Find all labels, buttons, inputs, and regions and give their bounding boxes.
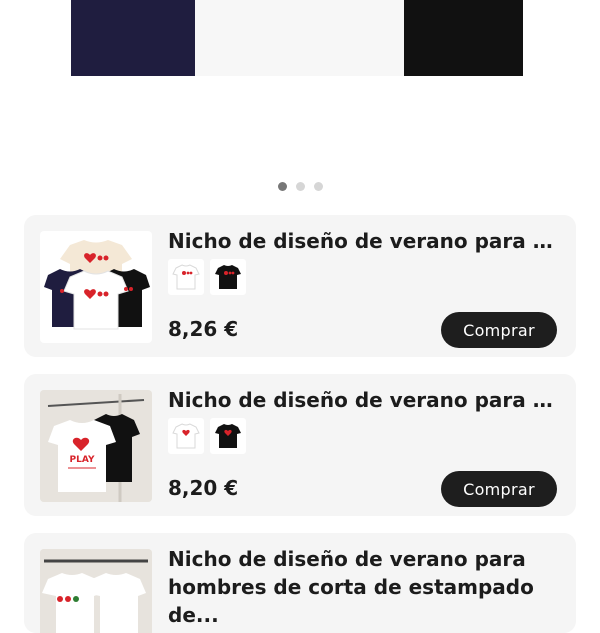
carousel-pagination xyxy=(0,182,600,191)
product-price: 8,26 € xyxy=(168,317,239,341)
variant-white[interactable] xyxy=(168,418,204,454)
carousel-dot[interactable] xyxy=(295,182,305,191)
variant-black[interactable] xyxy=(210,259,246,295)
product-card[interactable]: Nicho de diseño de verano para hom... 8,… xyxy=(24,215,576,357)
product-thumbnail[interactable]: PLAY xyxy=(40,390,152,502)
variant-black[interactable] xyxy=(210,418,246,454)
product-title[interactable]: Nicho de diseño de verano para hombres d… xyxy=(168,545,560,629)
black-tshirt-icon xyxy=(215,265,241,289)
buy-button[interactable]: Comprar xyxy=(441,471,557,507)
tshirt-group-image xyxy=(44,240,150,330)
product-image-carousel[interactable] xyxy=(0,0,600,176)
carousel-dot-active[interactable] xyxy=(277,182,287,191)
navy-shirt-image xyxy=(71,0,195,76)
tshirt-hanger-image: PLAY xyxy=(40,390,152,502)
white-tshirt-icon xyxy=(172,264,200,290)
product-card[interactable]: PLAY Nicho de diseño de verano para hom.… xyxy=(24,374,576,516)
product-thumbnail[interactable] xyxy=(40,231,152,343)
tshirt-hanger-image xyxy=(40,549,152,633)
product-title[interactable]: Nicho de diseño de verano para hom... xyxy=(168,227,560,255)
product-title[interactable]: Nicho de diseño de verano para hom... xyxy=(168,386,560,414)
black-shirt-image xyxy=(404,0,523,76)
carousel-dot[interactable] xyxy=(313,182,323,191)
white-shirt-image xyxy=(195,0,404,76)
black-tshirt-icon xyxy=(215,424,241,448)
svg-text:PLAY: PLAY xyxy=(70,455,95,465)
product-card[interactable]: Nicho de diseño de verano para hombres d… xyxy=(24,533,576,633)
product-price: 8,20 € xyxy=(168,476,239,500)
variant-white[interactable] xyxy=(168,259,204,295)
buy-button[interactable]: Comprar xyxy=(441,312,557,348)
product-thumbnail[interactable] xyxy=(40,549,152,633)
white-tshirt-icon xyxy=(172,423,200,449)
